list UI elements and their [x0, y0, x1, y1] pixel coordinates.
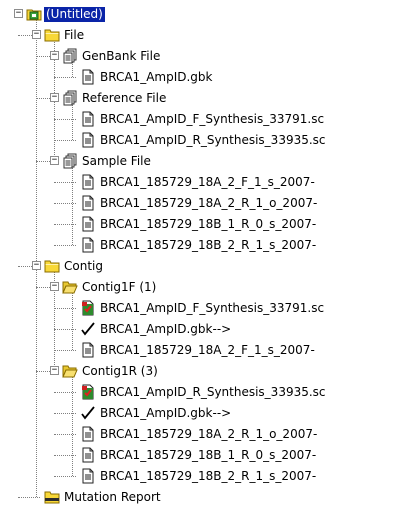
tree-node[interactable]: − Reference File — [0, 88, 398, 109]
tree-node-label: Contig1F (1) — [82, 280, 157, 294]
tree-node[interactable]: BRCA1_185729_18A_2_R_1_o_2007- — [0, 193, 398, 214]
collapse-toggle-icon[interactable]: − — [32, 261, 41, 270]
tree-node[interactable]: BRCA1_AmpID_F_Synthesis_33791.sc — [0, 298, 398, 319]
tree-node-label: BRCA1_185729_18A_2_F_1_s_2007- — [100, 343, 315, 357]
collapse-toggle-icon[interactable]: − — [50, 51, 59, 60]
tree-node[interactable]: BRCA1_AmpID.gbk--> — [0, 403, 398, 424]
tree-node[interactable]: BRCA1_AmpID_R_Synthesis_33935.sc — [0, 382, 398, 403]
tree-node-label: BRCA1_185729_18A_2_F_1_s_2007- — [100, 175, 315, 189]
collapse-toggle-icon[interactable]: − — [14, 9, 23, 18]
project-tree[interactable]: − (Untitled) − File − GenBank File BRCA1_AmpID… — [0, 0, 398, 504]
tree-node[interactable]: BRCA1_185729_18A_2_R_1_o_2007- — [0, 424, 398, 445]
document-icon — [80, 216, 96, 232]
tree-node[interactable]: BRCA1_185729_18B_2_R_1_s_2007- — [0, 466, 398, 487]
tree-node-label: Contig — [64, 259, 103, 273]
tree-node[interactable]: BRCA1_185729_18B_1_R_0_s_2007- — [0, 214, 398, 235]
tree-node[interactable]: − Sample File — [0, 151, 398, 172]
report-folder-icon — [44, 489, 60, 505]
document-icon — [80, 132, 96, 148]
tree-node[interactable]: − File — [0, 25, 398, 46]
tree-node-label: BRCA1_185729_18B_2_R_1_s_2007- — [100, 238, 317, 252]
document-icon — [80, 342, 96, 358]
tree-node[interactable]: − (Untitled) — [0, 4, 398, 25]
tree-node[interactable]: − Contig1R (3) — [0, 361, 398, 382]
tree-node-label: BRCA1_185729_18B_1_R_0_s_2007- — [100, 217, 317, 231]
folder-icon — [44, 27, 60, 43]
tree-node[interactable]: BRCA1_185729_18B_1_R_0_s_2007- — [0, 445, 398, 466]
tree-node[interactable]: − GenBank File — [0, 46, 398, 67]
document-icon — [80, 174, 96, 190]
tree-node-label: BRCA1_AmpID.gbk--> — [100, 322, 232, 336]
tree-node-label: File — [64, 28, 85, 42]
tree-node[interactable]: BRCA1_185729_18A_2_F_1_s_2007- — [0, 172, 398, 193]
tree-node-label: Reference File — [82, 91, 167, 105]
file-group-icon — [62, 153, 78, 169]
tree-node[interactable]: − Contig — [0, 256, 398, 277]
tree-node-label: Sample File — [82, 154, 151, 168]
project-root-icon — [26, 6, 42, 22]
document-icon — [80, 426, 96, 442]
checkmark-icon — [80, 321, 96, 337]
file-group-icon — [62, 48, 78, 64]
tree-node[interactable]: BRCA1_185729_18A_2_F_1_s_2007- — [0, 340, 398, 361]
checkmark-icon — [80, 405, 96, 421]
tree-node-label: Contig1R (3) — [82, 364, 158, 378]
collapse-toggle-icon[interactable]: − — [32, 30, 41, 39]
tree-node[interactable]: Mutation Report — [0, 487, 398, 508]
open-folder-icon — [62, 363, 78, 379]
tree-node-label: BRCA1_185729_18B_1_R_0_s_2007- — [100, 448, 317, 462]
tree-node-label: BRCA1_AmpID_F_Synthesis_33791.sc — [100, 112, 325, 126]
document-icon — [80, 69, 96, 85]
folder-icon — [44, 258, 60, 274]
tree-node-label: BRCA1_185729_18A_2_R_1_o_2007- — [100, 427, 318, 441]
tree-node-label: GenBank File — [82, 49, 161, 63]
reference-document-icon — [80, 300, 96, 316]
tree-node[interactable]: BRCA1_AmpID.gbk — [0, 67, 398, 88]
collapse-toggle-icon[interactable]: − — [50, 366, 59, 375]
tree-node-label: BRCA1_AmpID_R_Synthesis_33935.sc — [100, 385, 326, 399]
tree-node-label: BRCA1_185729_18A_2_R_1_o_2007- — [100, 196, 318, 210]
document-icon — [80, 195, 96, 211]
collapse-toggle-icon[interactable]: − — [50, 156, 59, 165]
tree-node-label: (Untitled) — [44, 7, 105, 22]
reference-document-icon — [80, 384, 96, 400]
tree-node-label: BRCA1_AmpID.gbk--> — [100, 406, 232, 420]
tree-node[interactable]: BRCA1_AmpID_F_Synthesis_33791.sc — [0, 109, 398, 130]
collapse-toggle-icon[interactable]: − — [50, 282, 59, 291]
tree-node-label: BRCA1_AmpID_F_Synthesis_33791.sc — [100, 301, 325, 315]
tree-node-label: BRCA1_AmpID.gbk — [100, 70, 213, 84]
tree-node[interactable]: BRCA1_185729_18B_2_R_1_s_2007- — [0, 235, 398, 256]
open-folder-icon — [62, 279, 78, 295]
tree-node-label: BRCA1_185729_18B_2_R_1_s_2007- — [100, 469, 317, 483]
document-icon — [80, 447, 96, 463]
tree-node[interactable]: BRCA1_AmpID.gbk--> — [0, 319, 398, 340]
document-icon — [80, 237, 96, 253]
tree-node[interactable]: − Contig1F (1) — [0, 277, 398, 298]
file-group-icon — [62, 90, 78, 106]
collapse-toggle-icon[interactable]: − — [50, 93, 59, 102]
tree-node-label: Mutation Report — [64, 490, 161, 504]
document-icon — [80, 468, 96, 484]
document-icon — [80, 111, 96, 127]
tree-node-label: BRCA1_AmpID_R_Synthesis_33935.sc — [100, 133, 326, 147]
tree-node[interactable]: BRCA1_AmpID_R_Synthesis_33935.sc — [0, 130, 398, 151]
